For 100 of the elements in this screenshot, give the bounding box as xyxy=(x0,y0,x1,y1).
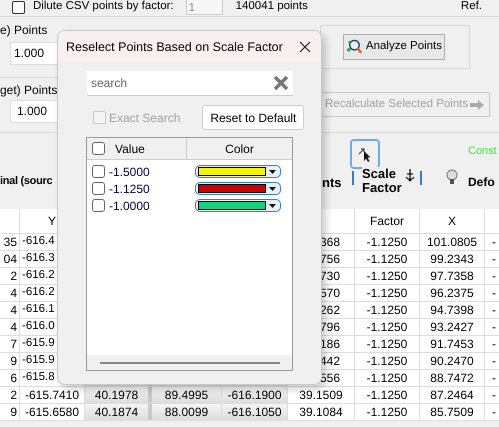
table-cell-text: - xyxy=(492,353,496,370)
caret-icon xyxy=(269,186,276,190)
table-cell-text: 730 xyxy=(320,268,340,285)
table-cell-text: 89.4995 xyxy=(164,387,208,404)
table-cell-text: 756 xyxy=(320,251,340,268)
column-header[interactable]: Y xyxy=(48,212,56,230)
table-cell-text: - xyxy=(492,285,496,302)
table-cell-text: -616.2 xyxy=(22,268,55,284)
separator xyxy=(352,171,354,185)
table-cell-text: 101.0805 xyxy=(426,234,478,251)
table-cell-text: 2 xyxy=(10,268,17,285)
table-cell-text: 6 xyxy=(10,370,17,387)
bulb-icon xyxy=(446,169,458,185)
scrollbar[interactable] xyxy=(87,355,292,370)
point-count: 140041 points xyxy=(236,0,308,14)
table-cell-text: - xyxy=(492,251,496,268)
table-cell-text: 97.7358 xyxy=(430,268,474,285)
table-cell-text: 4 xyxy=(10,302,17,319)
table-cell-text: -615.7410 xyxy=(24,387,80,404)
section-header: Scale Factor xyxy=(362,167,402,195)
table-cell-text: 9 xyxy=(10,404,17,421)
table-cell-text: 39.1509 xyxy=(299,387,343,404)
table-cell-text: 88.0099 xyxy=(164,404,208,421)
table-cell-text: - xyxy=(492,268,496,285)
value-label: -1.5000 xyxy=(109,164,151,180)
magnifier-icon xyxy=(346,38,363,56)
table-cell-text: - xyxy=(492,336,496,353)
table-cell-text: - xyxy=(492,404,496,421)
table-cell-text: - xyxy=(492,302,496,319)
section-header: Defo xyxy=(468,174,495,191)
color-dropdown[interactable] xyxy=(195,182,281,195)
analyze-button[interactable]: Analyze Points xyxy=(343,34,445,60)
table-cell-text: 40.1874 xyxy=(94,404,138,421)
table-cell-text: -616.0 xyxy=(22,319,55,334)
checkbox[interactable] xyxy=(12,0,25,14)
table-cell-text: 7 xyxy=(10,336,17,353)
table-cell-text: - xyxy=(492,387,496,404)
table-cell-text: -1.1250 xyxy=(366,285,408,302)
table-cell-text: 90.2470 xyxy=(430,353,474,370)
table-cell-text: 93.2427 xyxy=(430,319,474,336)
table-cell-text: 35 xyxy=(4,234,17,251)
table-cell-text: -1.1250 xyxy=(366,251,408,268)
table-cell-text: 39.1084 xyxy=(299,404,343,421)
color-dropdown[interactable] xyxy=(195,165,281,178)
value-label: -1.1250 xyxy=(109,180,151,198)
table-cell-text: -1.1250 xyxy=(366,370,408,387)
pointer-icon xyxy=(358,146,372,162)
table-cell-text: 04 xyxy=(4,251,17,268)
checkbox-label: Dilute CSV points by factor: xyxy=(33,0,174,14)
group-label: e) Points xyxy=(0,23,48,37)
section-header: nts xyxy=(322,174,342,192)
table-cell-text: - xyxy=(492,319,496,336)
color-dropdown[interactable] xyxy=(195,199,281,212)
separator xyxy=(420,171,422,185)
section-header: inal (sourc xyxy=(0,174,52,189)
column-header[interactable]: Value xyxy=(87,138,187,159)
table-cell-text: 94.7398 xyxy=(430,302,474,319)
table-cell-text: 87.2464 xyxy=(430,387,474,404)
table-cell-text: -616.1 xyxy=(22,302,55,318)
reset-button[interactable]: Reset to Default xyxy=(202,105,304,130)
table-cell-text: 91.7453 xyxy=(430,336,474,353)
table-cell-text: -615.9 xyxy=(22,336,55,352)
search-field[interactable]: search xyxy=(87,71,293,96)
table-cell-text: -1.1250 xyxy=(366,302,408,319)
table-cell-text: -616.4 xyxy=(22,234,55,250)
column-header[interactable]: Color xyxy=(187,138,292,159)
ref-label: Ref. xyxy=(460,0,482,14)
table-cell-text: 85.7509 xyxy=(430,404,474,421)
table-cell-text: 9 xyxy=(10,353,17,370)
checkbox[interactable] xyxy=(92,182,105,195)
table-cell-text: 4 xyxy=(10,319,17,336)
table-cell-text: -615.8 xyxy=(22,370,55,386)
table-cell-text: -1.1250 xyxy=(366,404,408,421)
checkbox[interactable] xyxy=(92,165,105,178)
table-cell-text: - xyxy=(492,234,496,251)
table-cell-text: 99.2343 xyxy=(430,251,474,268)
table-cell-text: -1.1250 xyxy=(366,336,408,353)
table-cell-text: -615.6580 xyxy=(24,404,80,421)
table-cell-text: 96.2375 xyxy=(430,285,474,302)
column-header[interactable]: Factor xyxy=(370,212,404,230)
checkbox[interactable] xyxy=(92,199,105,212)
arrow-icon xyxy=(469,98,485,110)
column-header[interactable]: X xyxy=(448,212,456,230)
close-icon[interactable] xyxy=(299,41,311,53)
table-cell-text: 40.1978 xyxy=(94,387,138,404)
table-cell-text: -615.9 xyxy=(22,353,55,368)
caret-icon xyxy=(269,170,276,174)
anchor-icon xyxy=(403,168,417,182)
table-cell-text: -616.1050 xyxy=(227,404,282,421)
table-cell-text: -616.2 xyxy=(22,285,55,300)
table-cell-text: -1.1250 xyxy=(366,387,408,404)
table-cell-text: -1.1250 xyxy=(366,319,408,336)
group-label: get) Points xyxy=(0,83,58,97)
clear-icon[interactable] xyxy=(273,75,289,91)
checkbox[interactable] xyxy=(92,142,105,155)
table-cell-text: 88.7472 xyxy=(430,370,474,387)
value-label: -1.0000 xyxy=(109,198,151,214)
table-cell-text: -616.3 xyxy=(22,251,55,266)
table-cell-text: 4 xyxy=(10,285,17,302)
table-cell-text: 796 xyxy=(320,319,340,336)
